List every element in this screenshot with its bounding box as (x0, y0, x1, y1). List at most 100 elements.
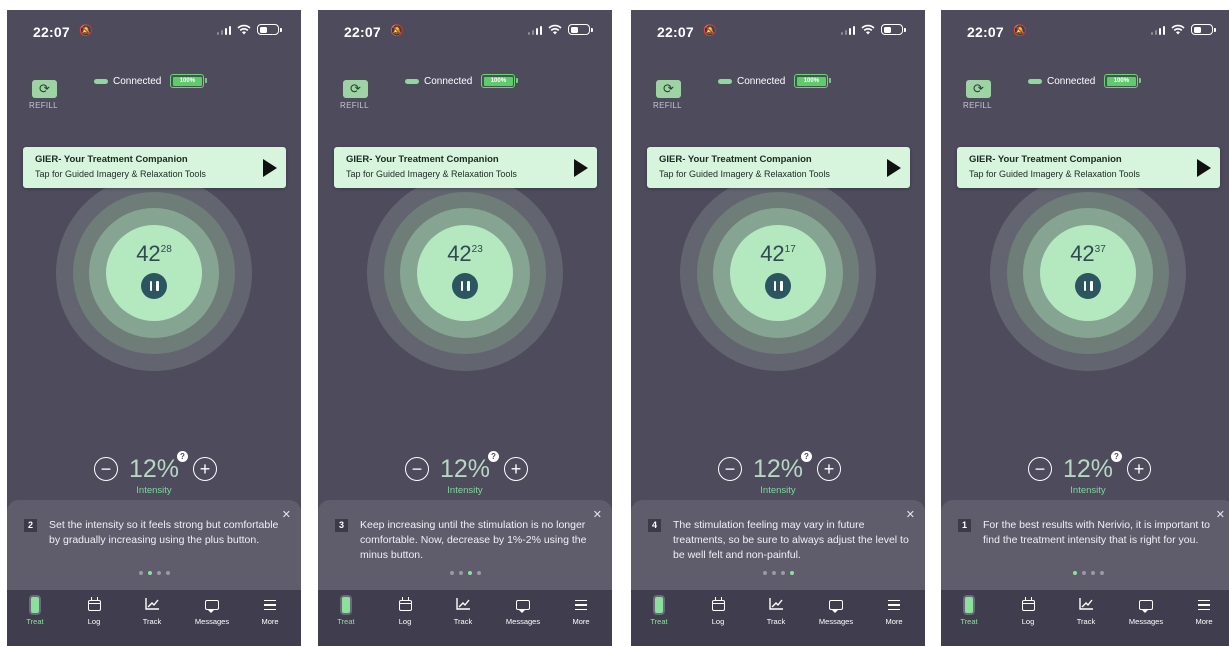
wifi-icon (548, 24, 562, 35)
tab-label: Messages (818, 617, 854, 626)
page-dot[interactable] (762, 571, 767, 575)
pause-button[interactable] (1075, 273, 1101, 299)
gier-banner[interactable]: GIER- Your Treatment Companion Tap for G… (23, 147, 286, 188)
timer-seconds: 17 (784, 244, 796, 255)
tab-label: Track (1076, 617, 1096, 626)
page-dot[interactable] (771, 571, 776, 575)
banner-subtitle: Tap for Guided Imagery & Relaxation Tool… (659, 169, 830, 179)
timer-seconds: 28 (160, 244, 172, 255)
status-bar: 22:07 🔕 (941, 10, 1229, 54)
phone-battery-icon (568, 24, 593, 35)
tab-log[interactable]: Log (1003, 595, 1053, 626)
menu-icon (264, 600, 276, 610)
bell-muted-icon: 🔕 (390, 25, 404, 37)
tab-messages[interactable]: Messages (498, 595, 548, 626)
tab-messages[interactable]: Messages (1121, 595, 1171, 626)
tab-more[interactable]: More (869, 595, 919, 626)
tab-more[interactable]: More (245, 595, 295, 626)
pause-button[interactable] (452, 273, 478, 299)
page-dot[interactable] (780, 571, 785, 575)
pause-button[interactable] (765, 273, 791, 299)
connection-status: Connected 100% (405, 74, 519, 88)
refill-label: REFILL (963, 101, 992, 110)
tab-log[interactable]: Log (69, 595, 119, 626)
increase-intensity-button[interactable]: + (504, 457, 528, 481)
help-icon[interactable]: ? (801, 451, 812, 462)
intensity-label: Intensity (447, 485, 483, 496)
page-dot[interactable] (789, 571, 794, 575)
refill-button[interactable]: ⟳ REFILL (340, 80, 380, 110)
increase-intensity-button[interactable]: + (193, 457, 217, 481)
intensity-control: − 12% ? + Intensity (631, 451, 925, 505)
page-dot[interactable] (467, 571, 472, 575)
coach-card: ✕ 4 The stimulation feeling may vary in … (631, 500, 925, 600)
refill-button[interactable]: ⟳ REFILL (653, 80, 693, 110)
decrease-intensity-button[interactable]: − (405, 457, 429, 481)
play-icon[interactable] (1197, 159, 1211, 177)
phone-screen-3: 22:07 🔕 ⟳ REFILL Connected 100% 4217 GIE… (631, 10, 925, 646)
timer-minutes: 42 (447, 241, 472, 266)
chart-icon (1078, 597, 1094, 613)
tab-messages[interactable]: Messages (187, 595, 237, 626)
menu-icon (888, 600, 900, 610)
status-time: 22:07 (657, 24, 694, 40)
tab-treat[interactable]: Treat (634, 595, 684, 626)
play-icon[interactable] (263, 159, 277, 177)
tab-more[interactable]: More (556, 595, 606, 626)
treat-pill-icon (653, 595, 665, 615)
page-dot[interactable] (1081, 571, 1086, 575)
refill-label: REFILL (29, 101, 58, 110)
decrease-intensity-button[interactable]: − (718, 457, 742, 481)
play-icon[interactable] (887, 159, 901, 177)
treatment-timer: 4237 (990, 241, 1186, 267)
tab-log[interactable]: Log (380, 595, 430, 626)
intensity-value: 12% (753, 455, 804, 483)
page-dot[interactable] (1072, 571, 1077, 575)
page-dot[interactable] (1090, 571, 1095, 575)
system-icons (1150, 24, 1216, 35)
gier-banner[interactable]: GIER- Your Treatment Companion Tap for G… (334, 147, 597, 188)
page-dot[interactable] (449, 571, 454, 575)
treatment-timer: 4217 (680, 241, 876, 267)
tab-track[interactable]: Track (1061, 595, 1111, 626)
pause-button[interactable] (141, 273, 167, 299)
chat-icon (205, 600, 219, 613)
play-icon[interactable] (574, 159, 588, 177)
page-indicator (941, 571, 1229, 575)
decrease-intensity-button[interactable]: − (94, 457, 118, 481)
page-dot[interactable] (138, 571, 143, 575)
help-icon[interactable]: ? (488, 451, 499, 462)
increase-intensity-button[interactable]: + (1127, 457, 1151, 481)
tab-track[interactable]: Track (127, 595, 177, 626)
tab-log[interactable]: Log (693, 595, 743, 626)
page-dot[interactable] (147, 571, 152, 575)
help-icon[interactable]: ? (1111, 451, 1122, 462)
tab-track[interactable]: Track (751, 595, 801, 626)
tab-treat[interactable]: Treat (944, 595, 994, 626)
page-dot[interactable] (458, 571, 463, 575)
bell-muted-icon: 🔕 (1013, 25, 1027, 37)
decrease-intensity-button[interactable]: − (1028, 457, 1052, 481)
chart-icon (768, 597, 784, 613)
page-dot[interactable] (165, 571, 170, 575)
treat-pill-icon (340, 595, 352, 615)
gier-banner[interactable]: GIER- Your Treatment Companion Tap for G… (647, 147, 910, 188)
page-dot[interactable] (476, 571, 481, 575)
page-dot[interactable] (1099, 571, 1104, 575)
tab-treat[interactable]: Treat (10, 595, 60, 626)
refill-button[interactable]: ⟳ REFILL (963, 80, 1003, 110)
tab-messages[interactable]: Messages (811, 595, 861, 626)
gier-banner[interactable]: GIER- Your Treatment Companion Tap for G… (957, 147, 1220, 188)
pause-icon (1083, 281, 1086, 291)
help-icon[interactable]: ? (177, 451, 188, 462)
increase-intensity-button[interactable]: + (817, 457, 841, 481)
refill-label: REFILL (340, 101, 369, 110)
chat-icon (829, 600, 843, 613)
tab-track[interactable]: Track (438, 595, 488, 626)
phone-screen-2: 22:07 🔕 ⟳ REFILL Connected 100% 4223 GIE… (318, 10, 612, 646)
page-dot[interactable] (156, 571, 161, 575)
tab-treat[interactable]: Treat (321, 595, 371, 626)
timer-minutes: 42 (1070, 241, 1095, 266)
tab-more[interactable]: More (1179, 595, 1229, 626)
refill-button[interactable]: ⟳ REFILL (29, 80, 69, 110)
